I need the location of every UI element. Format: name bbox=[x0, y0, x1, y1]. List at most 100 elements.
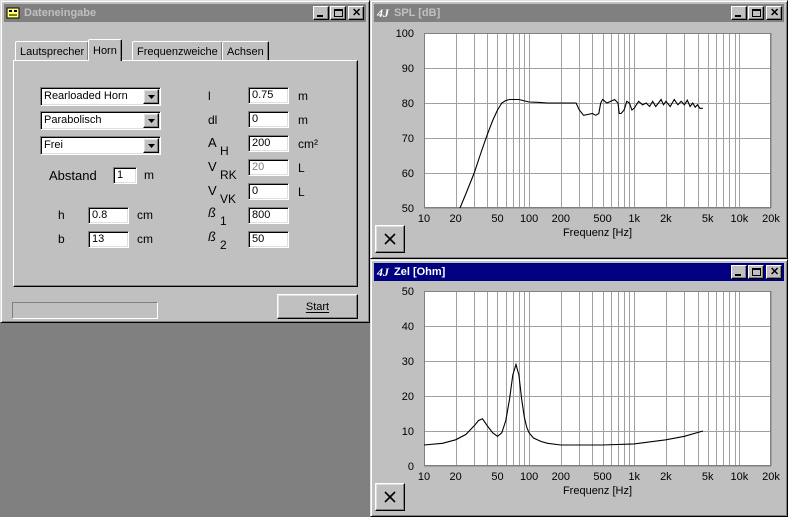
spl-x-tick-label: 50 bbox=[491, 213, 503, 225]
horn-type-select[interactable]: Rearloaded Horn bbox=[40, 87, 161, 106]
spl-y-tick-label: 90 bbox=[402, 63, 414, 75]
param-vrk-input[interactable]: 20 bbox=[248, 159, 289, 176]
spl-x-tick-label: 20k bbox=[762, 213, 780, 225]
zel-y-tick-label: 50 bbox=[402, 286, 414, 298]
param-beta1-sub: 1 bbox=[220, 214, 227, 228]
zel-x-tick-label: 500 bbox=[593, 471, 611, 483]
tab-frequenzweiche[interactable]: Frequenzweiche bbox=[132, 41, 223, 61]
zel-titlebar[interactable]: 4J Zel [Ohm] ✕ bbox=[374, 263, 784, 281]
spl-y-tick-label: 50 bbox=[402, 203, 414, 215]
zel-x-tick-label: 10k bbox=[730, 471, 748, 483]
zel-x-tick-label: 20 bbox=[450, 471, 462, 483]
param-ah-unit: cm² bbox=[298, 137, 318, 151]
zel-y-tick-label: 10 bbox=[402, 426, 414, 438]
chart-app-icon: 4J bbox=[377, 264, 389, 279]
chevron-down-icon[interactable] bbox=[143, 138, 159, 153]
spl-close-button[interactable]: ✕ bbox=[766, 6, 782, 20]
param-l-input[interactable]: 0.75 bbox=[248, 87, 289, 104]
param-vvk-input[interactable]: 0 bbox=[248, 183, 289, 200]
spl-chart: 100 90 80 70 60 50 10 20 50 100 200 500 1k 2k 5k 10k 20k… bbox=[374, 23, 786, 257]
zel-x-tick-label: 50 bbox=[491, 471, 503, 483]
param-beta1-input[interactable]: 800 bbox=[248, 207, 289, 224]
chart-app-icon: 4J bbox=[377, 5, 389, 20]
zel-plot-area bbox=[424, 291, 771, 466]
param-ah-label: A bbox=[208, 135, 217, 150]
abstand-input[interactable]: 1 bbox=[113, 167, 137, 184]
close-icon: ✕ bbox=[770, 7, 780, 19]
spl-title: SPL [dB] bbox=[394, 7, 441, 19]
maximize-icon bbox=[752, 9, 761, 17]
spl-x-tick-label: 1k bbox=[628, 213, 640, 225]
spl-x-tick-label: 10k bbox=[730, 213, 748, 225]
zel-y-tick-label: 40 bbox=[402, 321, 414, 333]
b-label: b bbox=[58, 232, 65, 246]
param-l-label: l bbox=[208, 89, 211, 103]
window-title: Dateneingabe bbox=[24, 7, 97, 19]
param-vvk-unit: L bbox=[298, 185, 305, 199]
zel-x-tick-label: 100 bbox=[520, 471, 538, 483]
zel-x-tick-label: 1k bbox=[628, 471, 640, 483]
spl-x-tick-label: 20 bbox=[450, 213, 462, 225]
h-unit: cm bbox=[137, 208, 153, 222]
progress-bar bbox=[12, 302, 158, 319]
spl-x-tick-label: 5k bbox=[702, 213, 714, 225]
zel-y-tick-label: 0 bbox=[408, 461, 414, 473]
maximize-icon bbox=[752, 268, 761, 276]
spl-x-tick-label: 10 bbox=[418, 213, 430, 225]
spl-titlebar[interactable]: 4J SPL [dB] ✕ bbox=[374, 4, 784, 22]
spl-delete-button[interactable] bbox=[375, 225, 405, 253]
spl-y-tick-label: 80 bbox=[402, 98, 414, 110]
zel-x-tick-label: 200 bbox=[552, 471, 570, 483]
tab-horn[interactable]: Horn bbox=[88, 39, 122, 61]
close-icon: ✕ bbox=[352, 7, 362, 19]
spl-y-tick-label: 70 bbox=[402, 133, 414, 145]
zel-x-tick-label: 5k bbox=[702, 471, 714, 483]
zel-chart: 5040302010010 20 50 100 200 500 1k 2k 5k 10k 20kFr… bbox=[374, 282, 786, 515]
zel-x-tick-label: 20k bbox=[762, 471, 780, 483]
param-vrk-label: V bbox=[208, 159, 217, 174]
param-beta2-label: ß bbox=[208, 229, 216, 244]
minimize-icon bbox=[317, 15, 323, 17]
spl-y-tick-label: 100 bbox=[396, 28, 414, 40]
abstand-label: Abstand bbox=[49, 168, 97, 183]
zel-delete-button[interactable] bbox=[375, 483, 405, 511]
spl-window: 4J SPL [dB] ✕ 100 90 80 70 60 50 10 20 50 100 200 5… bbox=[370, 0, 788, 259]
zel-maximize-button[interactable] bbox=[748, 265, 764, 279]
param-beta2-input[interactable]: 50 bbox=[248, 231, 289, 248]
maximize-button[interactable] bbox=[330, 6, 346, 20]
param-ah-input[interactable]: 200 bbox=[248, 135, 289, 152]
horn-profile-select[interactable]: Parabolisch bbox=[40, 111, 161, 130]
param-l-unit: m bbox=[298, 89, 308, 103]
tab-achsen[interactable]: Achsen bbox=[222, 41, 269, 61]
zel-window: 4J Zel [Ohm] ✕ 50 40 30 20 10 0 10 20 50 100 200 50… bbox=[370, 259, 788, 517]
zel-title: Zel [Ohm] bbox=[394, 266, 446, 278]
zel-x-tick-label: 2k bbox=[660, 471, 672, 483]
param-dl-label: dl bbox=[208, 113, 218, 127]
close-button[interactable]: ✕ bbox=[348, 6, 364, 20]
zel-y-tick-label: 30 bbox=[402, 356, 414, 368]
start-button[interactable]: Start bbox=[277, 294, 358, 319]
b-input[interactable]: 13 bbox=[88, 231, 129, 248]
chevron-down-icon[interactable] bbox=[143, 113, 159, 128]
param-beta2-sub: 2 bbox=[220, 238, 227, 252]
spl-minimize-button[interactable] bbox=[731, 6, 747, 20]
abstand-unit: m bbox=[144, 168, 154, 182]
mounting-select[interactable]: Frei bbox=[40, 136, 161, 155]
zel-minimize-button[interactable] bbox=[731, 265, 747, 279]
chevron-down-icon[interactable] bbox=[143, 89, 159, 104]
spl-x-tick-label: 500 bbox=[593, 213, 611, 225]
minimize-button[interactable] bbox=[313, 6, 329, 20]
param-dl-unit: m bbox=[298, 113, 308, 127]
dateneingabe-window: Dateneingabe ✕ Lautsprecher Horn Frequen… bbox=[0, 0, 370, 323]
spl-maximize-button[interactable] bbox=[748, 6, 764, 20]
spl-plot-area bbox=[424, 33, 771, 208]
tab-lautsprecher[interactable]: Lautsprecher bbox=[15, 41, 90, 61]
spl-x-tick-label: 2k bbox=[660, 213, 672, 225]
h-label: h bbox=[58, 208, 65, 222]
h-input[interactable]: 0.8 bbox=[88, 207, 129, 224]
zel-close-button[interactable]: ✕ bbox=[766, 265, 782, 279]
param-dl-input[interactable]: 0 bbox=[248, 111, 289, 128]
param-ah-sub: H bbox=[220, 144, 229, 158]
dateneingabe-titlebar[interactable]: Dateneingabe ✕ bbox=[4, 4, 366, 22]
zel-x-tick-label: 10 bbox=[418, 471, 430, 483]
